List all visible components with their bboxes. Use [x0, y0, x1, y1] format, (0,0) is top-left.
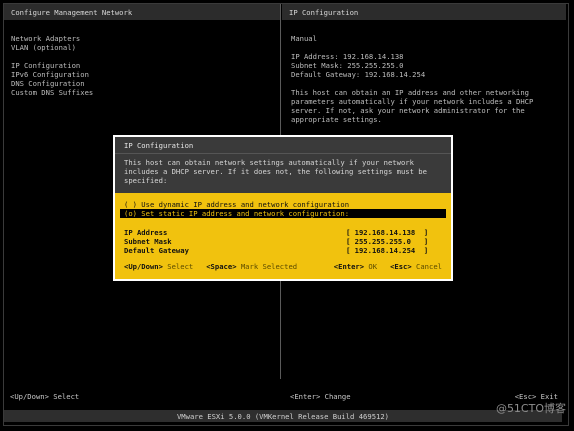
- info-line: This host can obtain an IP address and o…: [291, 88, 529, 97]
- esc-key[interactable]: <Esc>: [390, 262, 412, 271]
- menu-item-ipv6-configuration[interactable]: IPv6 Configuration: [11, 70, 280, 79]
- menu-item-custom-dns-suffixes[interactable]: Custom DNS Suffixes: [11, 88, 280, 97]
- key-hint-group-right: <Enter> OK <Esc> Cancel: [334, 262, 442, 271]
- dialog-desc-line: includes a DHCP server. If it does not, …: [124, 167, 427, 176]
- footer-select-hint: <Up/Down> Select: [10, 392, 80, 401]
- subnet-mask-label: Subnet Mask: [124, 237, 172, 246]
- default-gateway-input[interactable]: [ 192.168.14.254 ]: [346, 246, 442, 255]
- current-ip-address: IP Address: 192.168.14.138: [291, 52, 404, 61]
- right-pane-title: IP Configuration: [282, 4, 566, 20]
- subnet-mask-row[interactable]: Subnet Mask [ 255.255.255.0 ]: [124, 237, 442, 246]
- menu-item-vlan[interactable]: VLAN (optional): [11, 43, 280, 52]
- info-line: parameters automatically if your network…: [291, 97, 534, 106]
- option-dynamic-ip[interactable]: ( ) Use dynamic IP address and network c…: [124, 200, 442, 209]
- enter-desc: OK: [368, 262, 378, 271]
- left-pane-title: Configure Management Network: [4, 4, 280, 20]
- footer-exit-hint[interactable]: <Esc> Exit: [515, 392, 558, 401]
- current-default-gateway: Default Gateway: 192.168.14.254: [291, 70, 426, 79]
- watermark: @51CTO博客: [495, 402, 566, 415]
- footer-key-hints: <Up/Down> Select <Enter> Change <Esc> Ex…: [4, 392, 562, 402]
- ip-address-input[interactable]: [ 192.168.14.138 ]: [346, 228, 442, 237]
- info-line: appropriate settings.: [291, 115, 382, 124]
- dialog-body: ( ) Use dynamic IP address and network c…: [115, 193, 451, 279]
- static-ip-fields: IP Address [ 192.168.14.138 ] Subnet Mas…: [124, 228, 442, 255]
- space-key: <Space>: [206, 262, 237, 271]
- menu-item-network-adapters[interactable]: Network Adapters: [11, 34, 280, 43]
- right-pane-details: Manual IP Address: 192.168.14.138 Subnet…: [282, 20, 557, 124]
- dialog-desc-line: specified:: [124, 176, 168, 185]
- menu-item-dns-configuration[interactable]: DNS Configuration: [11, 79, 280, 88]
- option-static-ip[interactable]: (o) Set static IP address and network co…: [120, 209, 446, 218]
- subnet-mask-input[interactable]: [ 255.255.255.0 ]: [346, 237, 442, 246]
- ip-address-label: IP Address: [124, 228, 168, 237]
- ip-address-row[interactable]: IP Address [ 192.168.14.138 ]: [124, 228, 442, 237]
- default-gateway-label: Default Gateway: [124, 246, 189, 255]
- dialog-description: This host can obtain network settings au…: [115, 153, 451, 193]
- status-bar: VMware ESXi 5.0.0 (VMKernel Release Buil…: [4, 410, 562, 422]
- menu-item-ip-configuration[interactable]: IP Configuration: [11, 61, 280, 70]
- info-line: server. If not, ask your network adminis…: [291, 106, 525, 115]
- footer-change-hint: <Enter> Change: [290, 392, 351, 401]
- dialog-key-hints: <Up/Down> Select <Space> Mark Selected <…: [124, 262, 442, 271]
- enter-key[interactable]: <Enter>: [334, 262, 364, 271]
- menu-group-adapters: Network Adapters VLAN (optional): [11, 34, 280, 52]
- updown-key: <Up/Down>: [124, 262, 163, 271]
- space-desc: Mark Selected: [240, 262, 298, 271]
- menu-group-config: IP Configuration IPv6 Configuration DNS …: [11, 61, 280, 97]
- left-menu: Network Adapters VLAN (optional) IP Conf…: [4, 20, 280, 97]
- esc-desc: Cancel: [416, 262, 442, 271]
- ip-configuration-dialog: IP Configuration This host can obtain ne…: [113, 135, 453, 281]
- dialog-desc-line: This host can obtain network settings au…: [124, 158, 414, 167]
- dialog-title: IP Configuration: [115, 137, 451, 153]
- key-hint-group-left: <Up/Down> Select <Space> Mark Selected: [124, 262, 297, 271]
- ip-mode: Manual: [291, 34, 317, 43]
- default-gateway-row[interactable]: Default Gateway [ 192.168.14.254 ]: [124, 246, 442, 255]
- current-subnet-mask: Subnet Mask: 255.255.255.0: [291, 61, 404, 70]
- updown-desc: Select: [167, 262, 194, 271]
